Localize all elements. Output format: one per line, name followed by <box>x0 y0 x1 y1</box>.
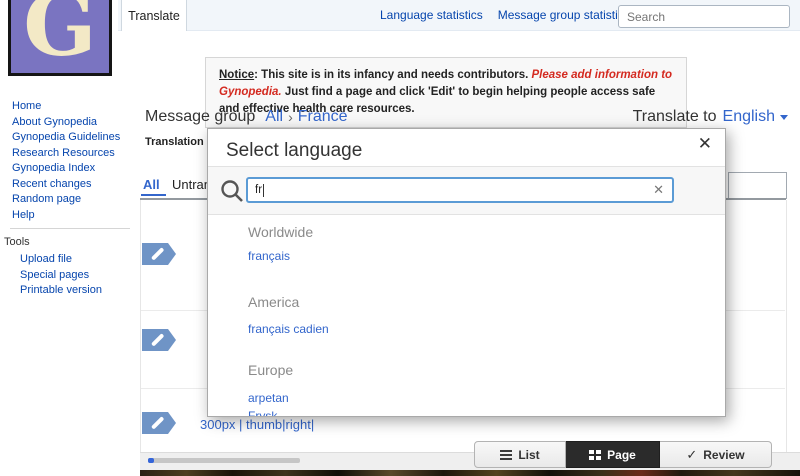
link-language-statistics[interactable]: Language statistics <box>380 8 483 22</box>
sidebar-item-special-pages[interactable]: Special pages <box>20 268 134 284</box>
translate-to-language[interactable]: English <box>723 108 775 126</box>
page-view-button[interactable]: Page <box>566 441 660 468</box>
page-view-label: Page <box>607 448 636 462</box>
language-search-input[interactable]: fr ✕ <box>246 177 674 203</box>
select-language-modal: Select language ✕ fr ✕ Worldwide françai… <box>207 128 726 417</box>
check-icon: ✓ <box>686 447 697 463</box>
clear-input-icon[interactable]: ✕ <box>653 182 664 198</box>
language-option-frysk[interactable]: Frysk <box>248 409 277 417</box>
translate-to-control: Translate to English <box>633 108 788 126</box>
translate-special-page: G Home About Gynopedia Gynopedia Guideli… <box>0 0 800 476</box>
site-search-box[interactable] <box>618 5 790 28</box>
tab-translate[interactable]: Translate <box>121 0 187 31</box>
notice-text-before: : This site is in its infancy and needs … <box>254 69 531 81</box>
site-search-input[interactable] <box>625 9 784 25</box>
text-cursor <box>263 184 264 197</box>
language-option-arpetan[interactable]: arpetan <box>248 391 289 405</box>
modal-title: Select language <box>226 140 362 162</box>
chevron-down-icon[interactable] <box>780 115 788 120</box>
review-view-button[interactable]: ✓ Review <box>660 441 772 468</box>
list-icon <box>500 450 512 460</box>
message-filter-input[interactable] <box>728 172 787 199</box>
message-group-row: Message group All › France Translate to … <box>145 106 788 128</box>
horizontal-scrollbar-thumb[interactable] <box>148 458 154 463</box>
translations-heading: Translation <box>145 136 204 148</box>
language-search-value: fr <box>255 184 262 196</box>
sidebar-item-recent-changes[interactable]: Recent changes <box>12 177 134 193</box>
page-content-peek-image <box>140 470 800 476</box>
sidebar-item-upload-file[interactable]: Upload file <box>20 252 134 268</box>
horizontal-scrollbar-track[interactable] <box>148 458 300 463</box>
sidebar-item-guidelines[interactable]: Gynopedia Guidelines <box>12 130 134 146</box>
tools-nav: Upload file Special pages Printable vers… <box>20 252 134 299</box>
view-mode-buttons: List Page ✓ Review <box>474 441 772 468</box>
notice-label: Notice <box>219 69 254 81</box>
sidebar-divider <box>10 228 130 229</box>
sidebar-item-help[interactable]: Help <box>12 208 134 224</box>
close-icon[interactable]: ✕ <box>698 134 712 154</box>
page-grid-icon <box>589 450 601 460</box>
site-logo[interactable]: G <box>8 0 112 76</box>
region-heading-worldwide: Worldwide <box>248 224 313 240</box>
breadcrumb-separator: › <box>288 109 293 125</box>
list-view-button[interactable]: List <box>474 441 566 468</box>
tab-all-messages[interactable]: All <box>143 177 160 192</box>
magnifier-icon <box>219 178 245 204</box>
tab-all-active-underline <box>141 194 166 196</box>
tools-heading: Tools <box>4 236 30 248</box>
sidebar-nav: Home About Gynopedia Gynopedia Guideline… <box>12 99 134 223</box>
translate-to-label: Translate to <box>633 108 717 126</box>
sidebar-item-about[interactable]: About Gynopedia <box>12 115 134 131</box>
sidebar-item-research[interactable]: Research Resources <box>12 146 134 162</box>
region-heading-america: America <box>248 294 299 310</box>
logo-letter: G <box>23 0 96 69</box>
language-search-row: fr ✕ <box>208 166 725 215</box>
link-message-group-statistics[interactable]: Message group statistics <box>498 8 630 22</box>
message-group-label: Message group <box>145 108 255 126</box>
sidebar-item-index[interactable]: Gynopedia Index <box>12 161 134 177</box>
sidebar-item-home[interactable]: Home <box>12 99 134 115</box>
review-view-label: Review <box>703 448 744 462</box>
sidebar-item-printable-version[interactable]: Printable version <box>20 283 134 299</box>
sidebar-item-random-page[interactable]: Random page <box>12 192 134 208</box>
message-row-text[interactable]: 300px | thumb|right| <box>200 417 314 432</box>
list-view-label: List <box>518 448 539 462</box>
language-option-francais-cadien[interactable]: français cadien <box>248 322 329 336</box>
language-option-francais[interactable]: français <box>248 249 290 263</box>
region-heading-europe: Europe <box>248 362 293 378</box>
breadcrumb-all[interactable]: All <box>265 108 283 126</box>
breadcrumb-france[interactable]: France <box>298 108 348 126</box>
